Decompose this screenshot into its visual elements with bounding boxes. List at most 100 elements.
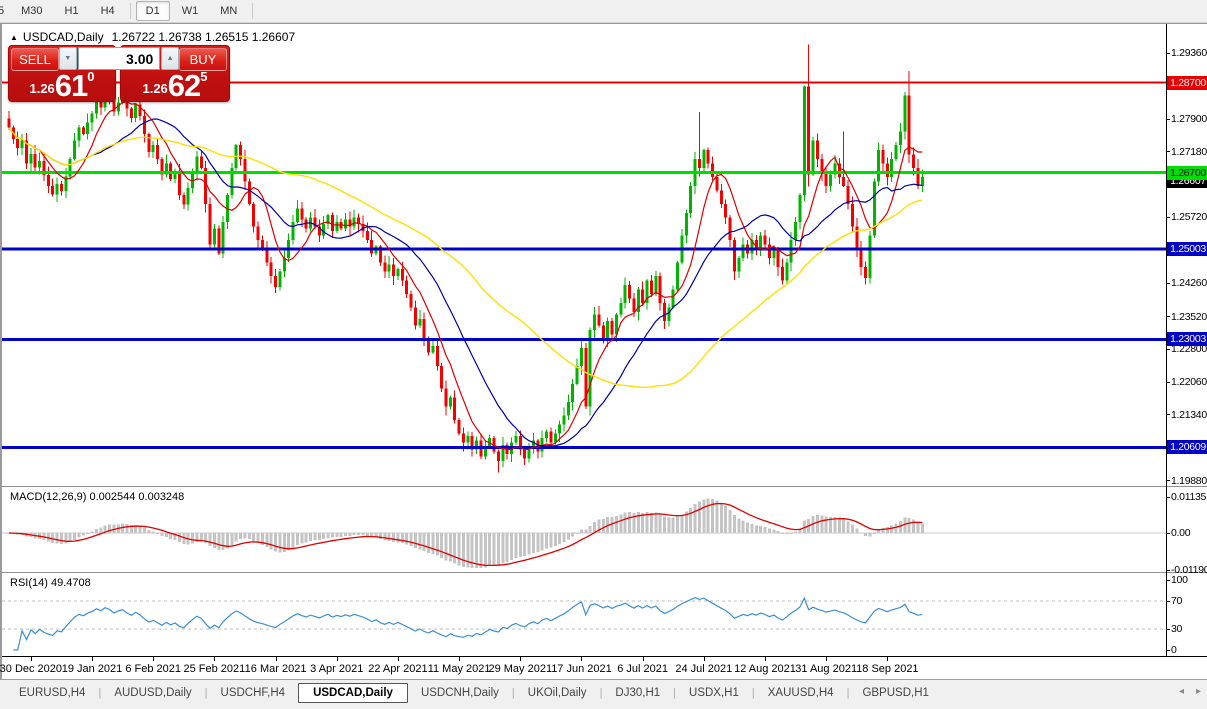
price-axis-label: 1.21340	[1171, 408, 1207, 421]
date-tick	[642, 657, 644, 661]
date-tick	[826, 657, 828, 661]
date-label: 31 Aug 2021	[795, 663, 858, 675]
rsi-axis-label: 30	[1171, 623, 1183, 635]
timeframe-button-5[interactable]: 5	[0, 1, 9, 21]
date-tick	[520, 657, 522, 661]
rsi-tick	[1166, 629, 1170, 630]
toolbar-separator	[252, 3, 254, 19]
timeframe-button-d1[interactable]: D1	[135, 1, 170, 21]
tab-audusd-daily[interactable]: AUDUSD,Daily	[101, 684, 204, 702]
date-tick	[336, 657, 338, 661]
price-tick	[1166, 414, 1170, 416]
buy-price-sup: 5	[200, 69, 208, 84]
timeframe-button-w1[interactable]: W1	[172, 1, 209, 21]
price-chart-pane[interactable]: ▲ USDCAD,Daily 1.26722 1.26738 1.26515 1.2…	[2, 24, 1166, 486]
date-label: 22 Apr 2021	[368, 663, 428, 675]
one-click-trading-panel: SELL 1.26 61 0 BUY 1.26 62 5 ▼ 3.00 ▲	[8, 45, 230, 102]
price-tick	[1166, 348, 1170, 350]
chart-tabs: EURUSD,H4 | AUDUSD,Daily | USDCHF,H4 USDCAD,D…	[6, 682, 942, 704]
price-tick	[1166, 282, 1170, 284]
rsi-tick	[1166, 601, 1170, 602]
date-label: 18 Sep 2021	[856, 663, 919, 675]
sell-price-big: 61	[54, 68, 88, 103]
macd-tick	[1166, 533, 1170, 534]
date-label: 3 Apr 2021	[310, 663, 364, 675]
level-lines-layer	[2, 81, 1166, 449]
price-axis-label: 1.23520	[1171, 310, 1207, 323]
tab-gbpusd-h1[interactable]: GBPUSD,H1	[849, 684, 941, 702]
buy-price-prefix: 1.26	[142, 81, 168, 96]
price-axis-label: 1.27900	[1171, 113, 1207, 126]
level-price-label: 1.23003	[1167, 332, 1207, 347]
collapse-triangle-icon[interactable]: ▲	[10, 33, 18, 42]
macd-tick	[1166, 497, 1170, 498]
moving-average-line-20	[8, 118, 923, 447]
sell-price-prefix: 1.26	[29, 81, 55, 96]
price-axis-label: 1.25720	[1171, 211, 1207, 224]
chart-tab-bar: EURUSD,H4 | AUDUSD,Daily | USDCHF,H4 USDCAD,D…	[0, 679, 1207, 709]
tab-ukoil-daily[interactable]: UKOil,Daily	[515, 684, 600, 702]
macd-indicator-pane[interactable]: MACD(12,26,9) 0.002544 0.003248	[2, 488, 1166, 572]
date-tick	[214, 657, 216, 661]
rsi-axis-label: 100	[1171, 574, 1188, 586]
rsi-indicator-pane[interactable]: RSI(14) 49.4708	[2, 574, 1166, 656]
date-tick	[765, 657, 766, 661]
macd-label: MACD(12,26,9) 0.002544 0.003248	[10, 491, 185, 503]
level-price-label: 1.26700	[1167, 165, 1207, 180]
level-price-label: 1.20609	[1167, 440, 1207, 455]
price-tick	[1166, 480, 1170, 482]
price-tick	[1166, 118, 1170, 120]
tab-xauusd-h4[interactable]: XAUUSD,H4	[755, 684, 847, 702]
timeframe-button-m30[interactable]: M30	[11, 1, 52, 21]
date-label: 19 Jan 2021	[61, 663, 123, 675]
tab-usdcnh-daily[interactable]: USDCNH,Daily	[408, 684, 512, 702]
macd-axis-label: 0.00	[1171, 527, 1191, 539]
buy-price[interactable]: 1.26 62 5	[121, 68, 229, 103]
date-label: 11 May 2021	[427, 663, 491, 675]
date-tick	[703, 657, 705, 661]
tab-usdcad-daily[interactable]: USDCAD,Daily	[298, 683, 408, 703]
tab-usdx-h1[interactable]: USDX,H1	[676, 684, 752, 702]
date-label: 25 Feb 2021	[183, 663, 246, 675]
rsi-axis-label: 0	[1171, 644, 1177, 656]
rsi-line	[13, 596, 923, 651]
date-label: 6 Feb 2021	[125, 663, 182, 675]
tab-scroll-right-icon[interactable]: ▸	[1196, 684, 1201, 700]
rsi-tick	[1166, 580, 1170, 581]
price-axis-label: 1.29360	[1171, 47, 1207, 60]
macd-axis-label: 0.01135	[1171, 491, 1207, 503]
sell-price[interactable]: 1.26 61 0	[9, 68, 115, 103]
date-tick	[887, 657, 889, 661]
price-tick	[1166, 52, 1170, 54]
timeframe-button-h4[interactable]: H4	[91, 1, 125, 21]
sell-price-sup: 0	[87, 69, 95, 84]
volume-input[interactable]: 3.00	[77, 47, 161, 70]
timeframe-button-h1[interactable]: H1	[55, 1, 89, 21]
macd-tick	[1166, 570, 1170, 571]
rsi-axis-label: 70	[1171, 595, 1183, 607]
price-tick	[1166, 381, 1170, 383]
tab-eurusd-h4[interactable]: EURUSD,H4	[6, 684, 98, 702]
tab-usdchf-h4[interactable]: USDCHF,H4	[208, 684, 299, 702]
date-tick	[275, 657, 277, 661]
tab-scroll-left-icon[interactable]: ◂	[1179, 684, 1184, 700]
date-label: 24 Jul 2021	[675, 663, 733, 675]
date-tick	[581, 657, 583, 661]
timeframe-button-mn[interactable]: MN	[210, 1, 247, 21]
rsi-chart	[2, 596, 1166, 651]
tab-scroll-controls: ◂ ▸	[1179, 684, 1201, 700]
date-label: 16 Mar 2021	[244, 663, 307, 675]
rsi-label: RSI(14) 49.4708	[10, 577, 91, 589]
volume-increase-icon[interactable]: ▲	[161, 47, 179, 70]
date-label: 17 Jun 2021	[551, 663, 612, 675]
buy-price-big: 62	[167, 68, 201, 103]
price-tick	[1166, 151, 1170, 153]
date-tick	[92, 657, 94, 661]
date-label: 6 Jul 2021	[617, 663, 669, 675]
chart-title: ▲ USDCAD,Daily 1.26722 1.26738 1.26515 1.2…	[10, 30, 295, 44]
price-axis-label: 1.27180	[1171, 145, 1207, 158]
tab-dj30-h1[interactable]: DJ30,H1	[602, 684, 673, 702]
volume-control: ▼ 3.00 ▲	[59, 47, 179, 70]
volume-decrease-icon[interactable]: ▼	[59, 47, 77, 70]
moving-average-line-55	[8, 127, 923, 389]
